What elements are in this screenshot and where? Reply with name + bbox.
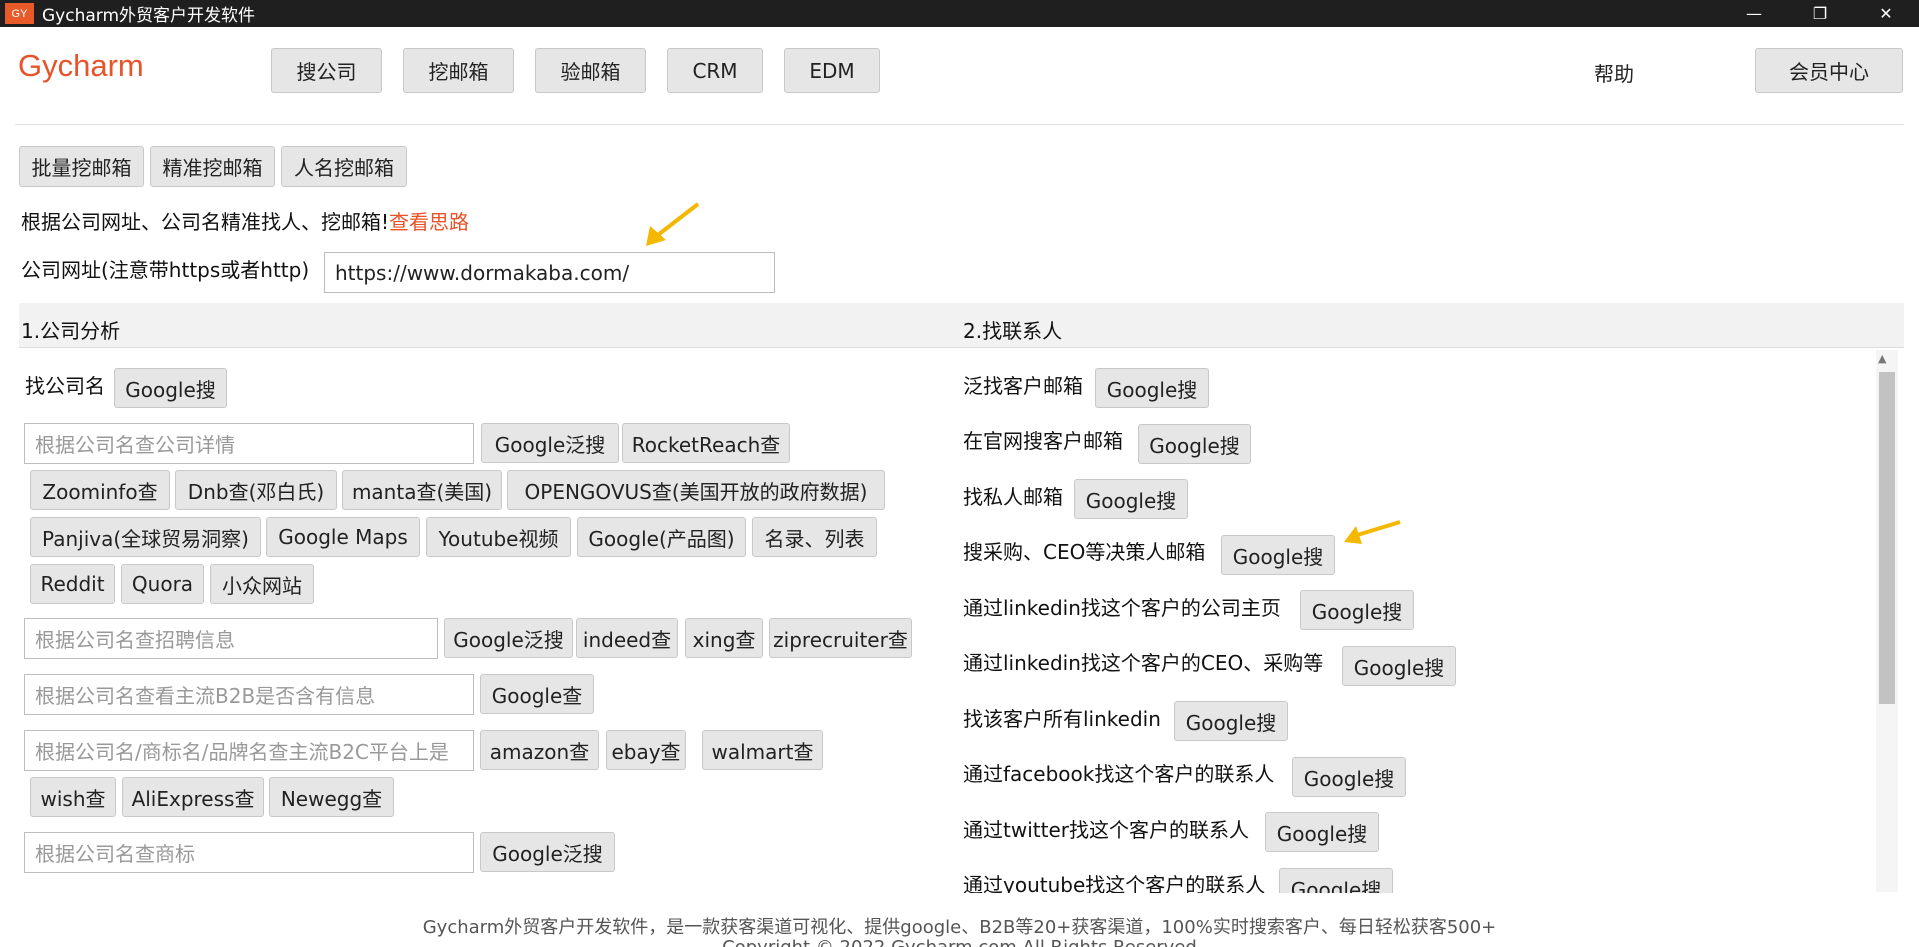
contact-row-label: 通过twitter找这个客户的联系人 — [963, 818, 1249, 842]
niche-sites-button[interactable]: 小众网站 — [210, 564, 314, 604]
contact-google-button[interactable]: Google搜 — [1138, 424, 1251, 464]
contact-row-label: 泛找客户邮箱 — [963, 374, 1083, 398]
directory-list-button[interactable]: 名录、列表 — [752, 517, 877, 557]
trademark-google-broad-button[interactable]: Google泛搜 — [480, 832, 615, 872]
header-divider — [15, 124, 1904, 125]
pointer-arrow-icon — [646, 202, 700, 246]
jobs-input[interactable]: 根据公司名查招聘信息 — [24, 618, 438, 659]
b2c-aliexpress-button[interactable]: AliExpress查 — [122, 777, 264, 817]
details-rocketreach-button[interactable]: RocketReach查 — [622, 423, 790, 463]
opengovus-button[interactable]: OPENGOVUS查(美国开放的政府数据) — [507, 470, 885, 510]
b2b-google-button[interactable]: Google查 — [480, 674, 594, 714]
contact-google-button[interactable]: Google搜 — [1221, 535, 1335, 575]
footer-description: Gycharm外贸客户开发软件，是一款获客渠道可视化、提供google、B2B等… — [422, 917, 1497, 938]
footer-copyright: Copyright © 2022 Gycharm.com All Rights … — [0, 937, 1919, 947]
window-title: Gycharm外贸客户开发软件 — [42, 6, 256, 26]
company-details-input[interactable]: 根据公司名查公司详情 — [24, 423, 474, 464]
title-bar: GY Gycharm外贸客户开发软件 — ❐ ✕ — [0, 0, 1919, 27]
b2c-ebay-button[interactable]: ebay查 — [606, 730, 686, 770]
contact-google-button[interactable]: Google搜 — [1174, 701, 1288, 741]
tab-precise-dig-email[interactable]: 精准挖邮箱 — [150, 146, 275, 187]
scroll-up-icon[interactable]: ▲ — [1878, 352, 1886, 365]
minimize-icon[interactable]: — — [1721, 0, 1787, 27]
youtube-video-button[interactable]: Youtube视频 — [426, 517, 571, 557]
contact-google-button[interactable]: Google搜 — [1074, 479, 1188, 519]
nav-search-company-button[interactable]: 搜公司 — [271, 48, 382, 93]
reddit-button[interactable]: Reddit — [30, 564, 115, 604]
view-idea-link[interactable]: 查看思路 — [389, 210, 469, 234]
section-find-contacts: 2.找联系人 — [963, 319, 1063, 343]
google-maps-button[interactable]: Google Maps — [266, 517, 420, 557]
find-company-label: 找公司名 — [25, 374, 105, 398]
pointer-arrow-icon-2 — [1344, 520, 1401, 544]
close-icon[interactable]: ✕ — [1853, 0, 1919, 27]
logo: Gycharm — [18, 48, 144, 83]
member-center-button[interactable]: 会员中心 — [1755, 48, 1903, 93]
b2b-input[interactable]: 根据公司名查看主流B2B是否含有信息 — [24, 674, 474, 715]
contact-google-button[interactable]: Google搜 — [1095, 368, 1209, 408]
jobs-indeed-button[interactable]: indeed查 — [576, 618, 678, 658]
nav-edm-button[interactable]: EDM — [784, 48, 880, 93]
b2c-amazon-button[interactable]: amazon查 — [480, 730, 599, 770]
app-icon: GY — [5, 3, 34, 24]
restore-icon[interactable]: ❐ — [1787, 0, 1853, 27]
section-header-bar — [19, 303, 1904, 348]
contact-row-label: 在官网搜客户邮箱 — [963, 429, 1123, 453]
contact-row-label: 通过facebook找这个客户的联系人 — [963, 762, 1275, 786]
nav-crm-button[interactable]: CRM — [667, 48, 763, 93]
trademark-input[interactable]: 根据公司名查商标 — [24, 832, 474, 873]
contact-google-button[interactable]: Google搜 — [1342, 646, 1456, 686]
panjiva-button[interactable]: Panjiva(全球贸易洞察) — [30, 517, 261, 557]
quora-button[interactable]: Quora — [121, 564, 204, 604]
manta-button[interactable]: manta查(美国) — [342, 470, 502, 510]
b2c-newegg-button[interactable]: Newegg查 — [269, 777, 394, 817]
b2c-wish-button[interactable]: wish查 — [30, 777, 116, 817]
window-controls: — ❐ ✕ — [1721, 0, 1919, 27]
jobs-google-broad-button[interactable]: Google泛搜 — [444, 618, 573, 658]
scrollbar-thumb[interactable] — [1879, 372, 1895, 704]
section-company-analysis: 1.公司分析 — [21, 319, 121, 343]
company-url-input[interactable]: https://www.dormakaba.com/ — [324, 252, 775, 293]
contact-google-button[interactable]: Google搜 — [1292, 757, 1406, 797]
help-link[interactable]: 帮助 — [1594, 58, 1634, 87]
contact-row-label: 通过linkedin找这个客户的公司主页 — [963, 596, 1281, 620]
b2c-walmart-button[interactable]: walmart查 — [702, 730, 823, 770]
contact-google-button[interactable]: Google搜 — [1265, 812, 1379, 852]
details-google-broad-button[interactable]: Google泛搜 — [481, 423, 619, 463]
nav-verify-email-button[interactable]: 验邮箱 — [535, 48, 646, 93]
contact-google-button[interactable]: Google搜 — [1300, 590, 1414, 630]
find-company-google-button[interactable]: Google搜 — [114, 368, 227, 408]
jobs-ziprecruiter-button[interactable]: ziprecruiter查 — [769, 618, 912, 658]
dnb-button[interactable]: Dnb查(邓白氏) — [175, 470, 337, 510]
zoominfo-button[interactable]: Zoominfo查 — [30, 470, 170, 510]
url-label: 公司网址(注意带https或者http) — [21, 258, 310, 282]
intro-text: 根据公司网址、公司名精准找人、挖邮箱!查看思路 — [21, 206, 469, 235]
contact-row-label: 通过linkedin找这个客户的CEO、采购等 — [963, 651, 1324, 675]
intro-description: 根据公司网址、公司名精准找人、挖邮箱! — [21, 210, 390, 234]
google-product-image-button[interactable]: Google(产品图) — [577, 517, 746, 557]
nav-dig-email-button[interactable]: 挖邮箱 — [403, 48, 514, 93]
tab-name-dig-email[interactable]: 人名挖邮箱 — [281, 146, 407, 187]
contact-row-label: 找私人邮箱 — [963, 485, 1063, 509]
contact-row-label: 找该客户所有linkedin — [963, 707, 1161, 731]
contact-row-label: 搜采购、CEO等决策人邮箱 — [963, 540, 1206, 564]
tab-batch-dig-email[interactable]: 批量挖邮箱 — [19, 146, 144, 187]
b2c-input[interactable]: 根据公司名/商标名/品牌名查主流B2C平台上是 — [24, 730, 474, 771]
jobs-xing-button[interactable]: xing查 — [685, 618, 763, 658]
